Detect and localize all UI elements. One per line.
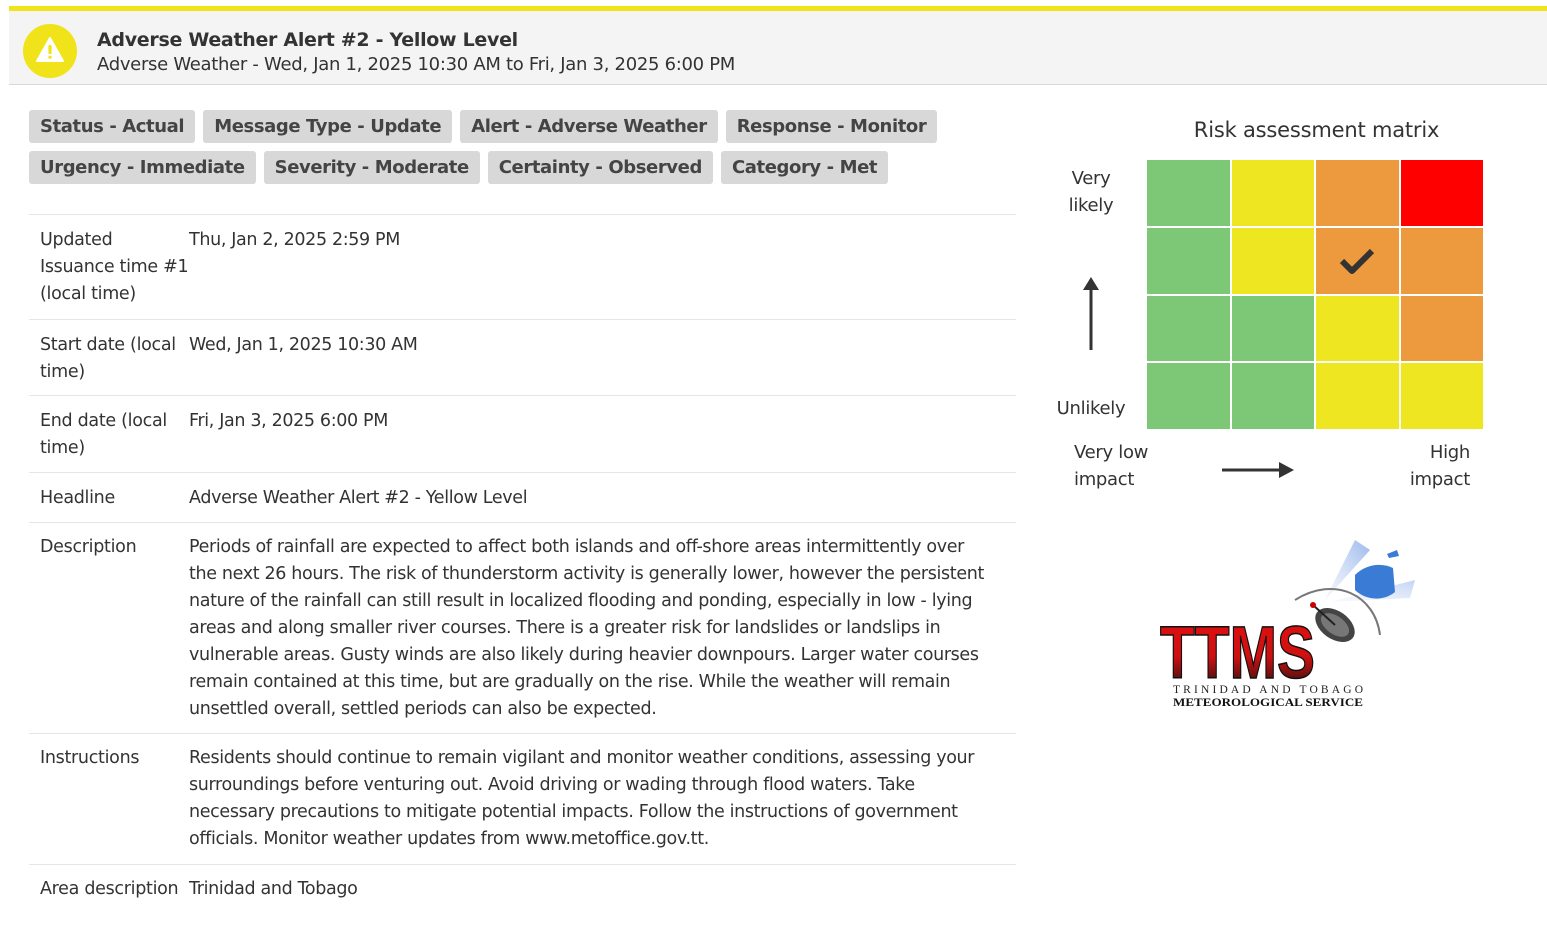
- impact-low-label: Very low impact: [1074, 442, 1149, 490]
- risk-cell-orange: [1400, 227, 1483, 294]
- alert-subtitle: Adverse Weather - Wed, Jan 1, 2025 10:30…: [97, 54, 735, 75]
- detail-label: Description: [40, 537, 137, 557]
- detail-value: Periods of rainfall are expected to affe…: [189, 537, 984, 719]
- risk-cell-green: [1147, 363, 1230, 429]
- impact-high-label: High impact: [1409, 442, 1470, 490]
- detail-row-end: End date (local time) Fri, Jan 3, 2025 6…: [29, 396, 1016, 473]
- detail-row-instructions: Instructions Residents should continue t…: [29, 734, 1016, 865]
- risk-cell-orange: [1316, 160, 1399, 226]
- logo-line2: METEOROLOGICAL SERVICE: [1173, 695, 1363, 709]
- risk-cell-yellow: [1400, 363, 1483, 429]
- detail-label: Area description: [40, 879, 179, 899]
- risk-cell-green: [1231, 295, 1314, 362]
- risk-matrix-title: Risk assessment matrix: [1193, 118, 1440, 142]
- chip-category: Category - Met: [720, 151, 889, 184]
- detail-value: Wed, Jan 1, 2025 10:30 AM: [189, 335, 418, 355]
- arrow-up-icon: [1080, 276, 1102, 356]
- detail-value: Thu, Jan 2, 2025 2:59 PM: [189, 230, 401, 250]
- chip-status: Status - Actual: [29, 110, 196, 143]
- risk-cell-green: [1147, 160, 1230, 226]
- risk-matrix-grid: [1147, 160, 1483, 429]
- warning-triangle-icon: [23, 24, 77, 78]
- risk-cell-green: [1147, 227, 1230, 294]
- detail-value: Fri, Jan 3, 2025 6:00 PM: [189, 411, 388, 431]
- alert-details-table: Updated Issuance time #1 (local time) Th…: [29, 214, 1016, 945]
- detail-row-start: Start date (local time) Wed, Jan 1, 2025…: [29, 320, 1016, 396]
- ttms-logo: TTMS TRINIDAD AND TOBAGO METEOROLOGICAL …: [1155, 540, 1420, 710]
- chip-row: Status - Actual Message Type - Update Al…: [29, 110, 1019, 143]
- chip-response: Response - Monitor: [725, 110, 938, 143]
- likelihood-high-label: Very likely: [1068, 168, 1114, 216]
- alert-header: Adverse Weather Alert #2 - Yellow Level …: [9, 6, 1547, 85]
- detail-row-description: Description Periods of rainfall are expe…: [29, 523, 1016, 734]
- risk-cell-green: [1147, 295, 1230, 362]
- detail-row-issuance: Updated Issuance time #1 (local time) Th…: [29, 215, 1016, 320]
- chip-severity: Severity - Moderate: [263, 151, 480, 184]
- alert-title: Adverse Weather Alert #2 - Yellow Level: [97, 29, 518, 51]
- chip-alert: Alert - Adverse Weather: [460, 110, 718, 143]
- likelihood-low-label: Unlikely: [1056, 398, 1126, 419]
- detail-label: Updated Issuance time #1 (local time): [40, 230, 189, 304]
- risk-cell-yellow: [1316, 295, 1399, 362]
- alert-attribute-chips: Status - Actual Message Type - Update Al…: [29, 110, 1019, 192]
- detail-value: Residents should continue to remain vigi…: [189, 748, 975, 849]
- risk-cell-red: [1400, 160, 1483, 226]
- detail-label: End date (local time): [40, 411, 167, 458]
- chip-urgency: Urgency - Immediate: [29, 151, 256, 184]
- chip-certainty: Certainty - Observed: [487, 151, 713, 184]
- risk-cell-selected: [1316, 227, 1399, 294]
- logo-wordmark: TTMS: [1160, 611, 1315, 694]
- detail-row-area: Area description Trinidad and Tobago: [29, 865, 1016, 945]
- risk-cell-green: [1231, 363, 1314, 429]
- detail-label: Start date (local time): [40, 335, 176, 382]
- risk-cell-yellow: [1231, 160, 1314, 226]
- chip-row: Urgency - Immediate Severity - Moderate …: [29, 151, 1019, 184]
- checkmark-icon: [1340, 248, 1375, 274]
- risk-cell-orange: [1400, 295, 1483, 362]
- chip-message-type: Message Type - Update: [203, 110, 453, 143]
- detail-row-headline: Headline Adverse Weather Alert #2 - Yell…: [29, 473, 1016, 523]
- detail-value: Adverse Weather Alert #2 - Yellow Level: [189, 488, 528, 508]
- detail-label: Headline: [40, 488, 115, 508]
- risk-cell-yellow: [1316, 363, 1399, 429]
- detail-label: Instructions: [40, 748, 140, 768]
- risk-cell-yellow: [1231, 227, 1314, 294]
- detail-value: Trinidad and Tobago: [189, 879, 358, 899]
- arrow-right-icon: [1221, 458, 1295, 486]
